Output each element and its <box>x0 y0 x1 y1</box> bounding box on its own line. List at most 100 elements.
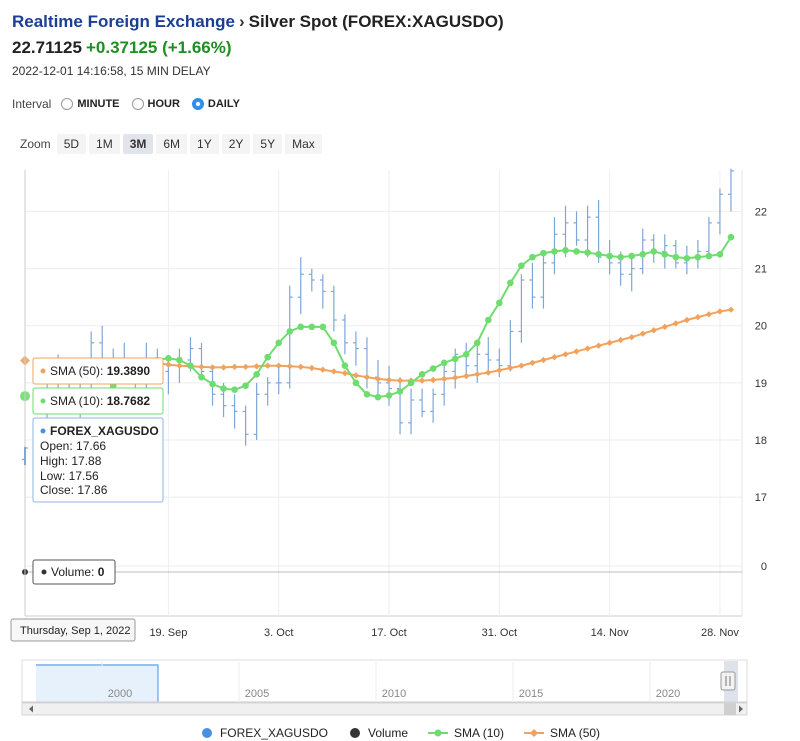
x-tick-label: 19. Sep <box>149 627 187 639</box>
legend-sma50-icon <box>524 729 545 737</box>
navigator-year-label: 2010 <box>382 688 406 700</box>
sma50g-point <box>683 316 691 324</box>
ohlc-open: Open: 17.66 <box>40 439 106 453</box>
sma10g-point <box>385 392 393 399</box>
sma10g-point <box>440 359 448 367</box>
ohlc-bar <box>529 262 536 309</box>
sma10g-line <box>101 236 732 399</box>
ohlc-bar <box>573 211 580 246</box>
legend-volume-label: Volume <box>367 726 409 740</box>
sma50g-point <box>595 342 602 349</box>
sma50-tooltip-label: SMA (50): <box>50 364 107 378</box>
sma50g-point <box>275 362 282 369</box>
navigator-handle[interactable] <box>720 671 736 691</box>
navigator-series-area <box>36 664 158 703</box>
sma50-marker-icon <box>40 368 46 374</box>
sma10g-point <box>473 339 481 347</box>
sma50g-point <box>529 359 536 367</box>
sma10g-point <box>275 339 283 347</box>
sma10g-point <box>507 279 514 287</box>
sma10g-point <box>308 323 316 331</box>
sma50g-point <box>606 339 613 347</box>
sma50g-point <box>463 372 470 380</box>
x-tick-label: 3. Oct <box>264 627 293 639</box>
sma10g-point <box>176 356 183 364</box>
ohlc-bar <box>275 365 282 395</box>
sma10g-point <box>352 379 360 387</box>
ohlc-bar <box>463 342 470 378</box>
ohlc-bar <box>628 257 635 292</box>
sma10g-point <box>716 250 724 258</box>
sma50g-point <box>242 363 249 371</box>
volume-tooltip-label: Volume: <box>51 565 98 579</box>
sma10g-point <box>562 246 569 254</box>
sma50g-point <box>429 376 437 384</box>
sma50g-point <box>628 333 635 341</box>
sma50g-point <box>617 336 624 344</box>
sma10g-point <box>297 323 305 331</box>
legend-volume[interactable]: Volume <box>348 726 408 740</box>
sma10g-point <box>496 299 503 307</box>
navigator-year-label: 2005 <box>245 688 269 700</box>
ohlc-bar <box>386 365 393 406</box>
sma50g-point <box>209 364 216 371</box>
sma10g-point <box>705 252 713 260</box>
date-tooltip: Thursday, Sep 1, 2022 <box>10 618 136 642</box>
sma10g-point <box>595 250 602 258</box>
navigator-scrollbar[interactable] <box>21 702 748 716</box>
sma50g-point <box>220 364 227 371</box>
sma50g-point <box>485 369 492 376</box>
sma10g-point <box>396 388 404 395</box>
sma50g-point <box>584 345 591 352</box>
navigator[interactable]: 2000 2005 2010 2015 2020 <box>21 659 748 716</box>
x-tick-label: 17. Oct <box>371 627 406 639</box>
ohlc-tooltip: FOREX_XAGUSDO Open: 17.66 High: 17.88 Lo… <box>32 417 164 503</box>
scrollbar-thumb[interactable] <box>724 703 736 715</box>
sma10g-point <box>529 253 536 261</box>
ohlc-bar <box>253 382 260 440</box>
sma10g-point <box>451 355 459 363</box>
sma50g-point <box>198 363 205 371</box>
sma50g-point <box>363 373 371 381</box>
sma50g-point <box>650 327 657 334</box>
ohlc-bar <box>507 320 514 372</box>
sma50g-point <box>297 363 304 371</box>
sma50g-point <box>253 363 260 370</box>
x-tick-label: 28. Nov <box>701 627 739 639</box>
sma10g-point <box>319 323 327 331</box>
sma10g-point <box>617 253 624 261</box>
ohlc-bar <box>319 274 326 309</box>
legend-forex[interactable]: FOREX_XAGUSDO <box>200 726 328 740</box>
ohlc-bar <box>518 274 525 343</box>
navigator-year-label: 2000 <box>108 688 132 700</box>
sma10g-point <box>187 362 194 370</box>
sma10-tooltip-value: 18.7682 <box>107 394 151 408</box>
legend-sma10[interactable]: SMA (10) <box>428 726 504 740</box>
sma10g-point <box>363 390 371 398</box>
y-tick-label: 21 <box>755 264 767 276</box>
ohlc-bar <box>419 388 426 418</box>
sma50g-point <box>385 376 393 384</box>
sma50g-point <box>716 308 724 315</box>
sma50g-point <box>705 311 713 318</box>
legend-sma50[interactable]: SMA (50) <box>524 726 600 740</box>
sma10g-point <box>407 379 415 387</box>
sma10g-point <box>484 316 492 324</box>
ohlc-bar <box>341 314 348 355</box>
price-chart[interactable]: 19. Sep 3. Oct 17. Oct 31. Oct 14. Nov 28. No… <box>0 0 800 726</box>
sma10-tooltip: SMA (10): 18.7682 <box>32 387 164 415</box>
ohlc-bar <box>485 337 492 372</box>
sma50g-point <box>518 362 525 369</box>
sma50g-point <box>231 363 238 371</box>
sma10g-point <box>727 233 735 241</box>
sma10g-point <box>639 250 647 258</box>
sma50g-point <box>319 366 327 373</box>
ohlc-low: Low: 17.56 <box>40 469 99 483</box>
sma10g-point <box>462 350 470 358</box>
svg-text:SMA (10): 18.7682: SMA (10): 18.7682 <box>50 394 150 408</box>
volume-tooltip-value: 0 <box>98 565 105 579</box>
legend-forex-label: FOREX_XAGUSDO <box>219 726 328 740</box>
sma10g-point <box>231 386 238 394</box>
sma50g-point <box>496 367 503 374</box>
sma10g-point <box>220 385 227 392</box>
